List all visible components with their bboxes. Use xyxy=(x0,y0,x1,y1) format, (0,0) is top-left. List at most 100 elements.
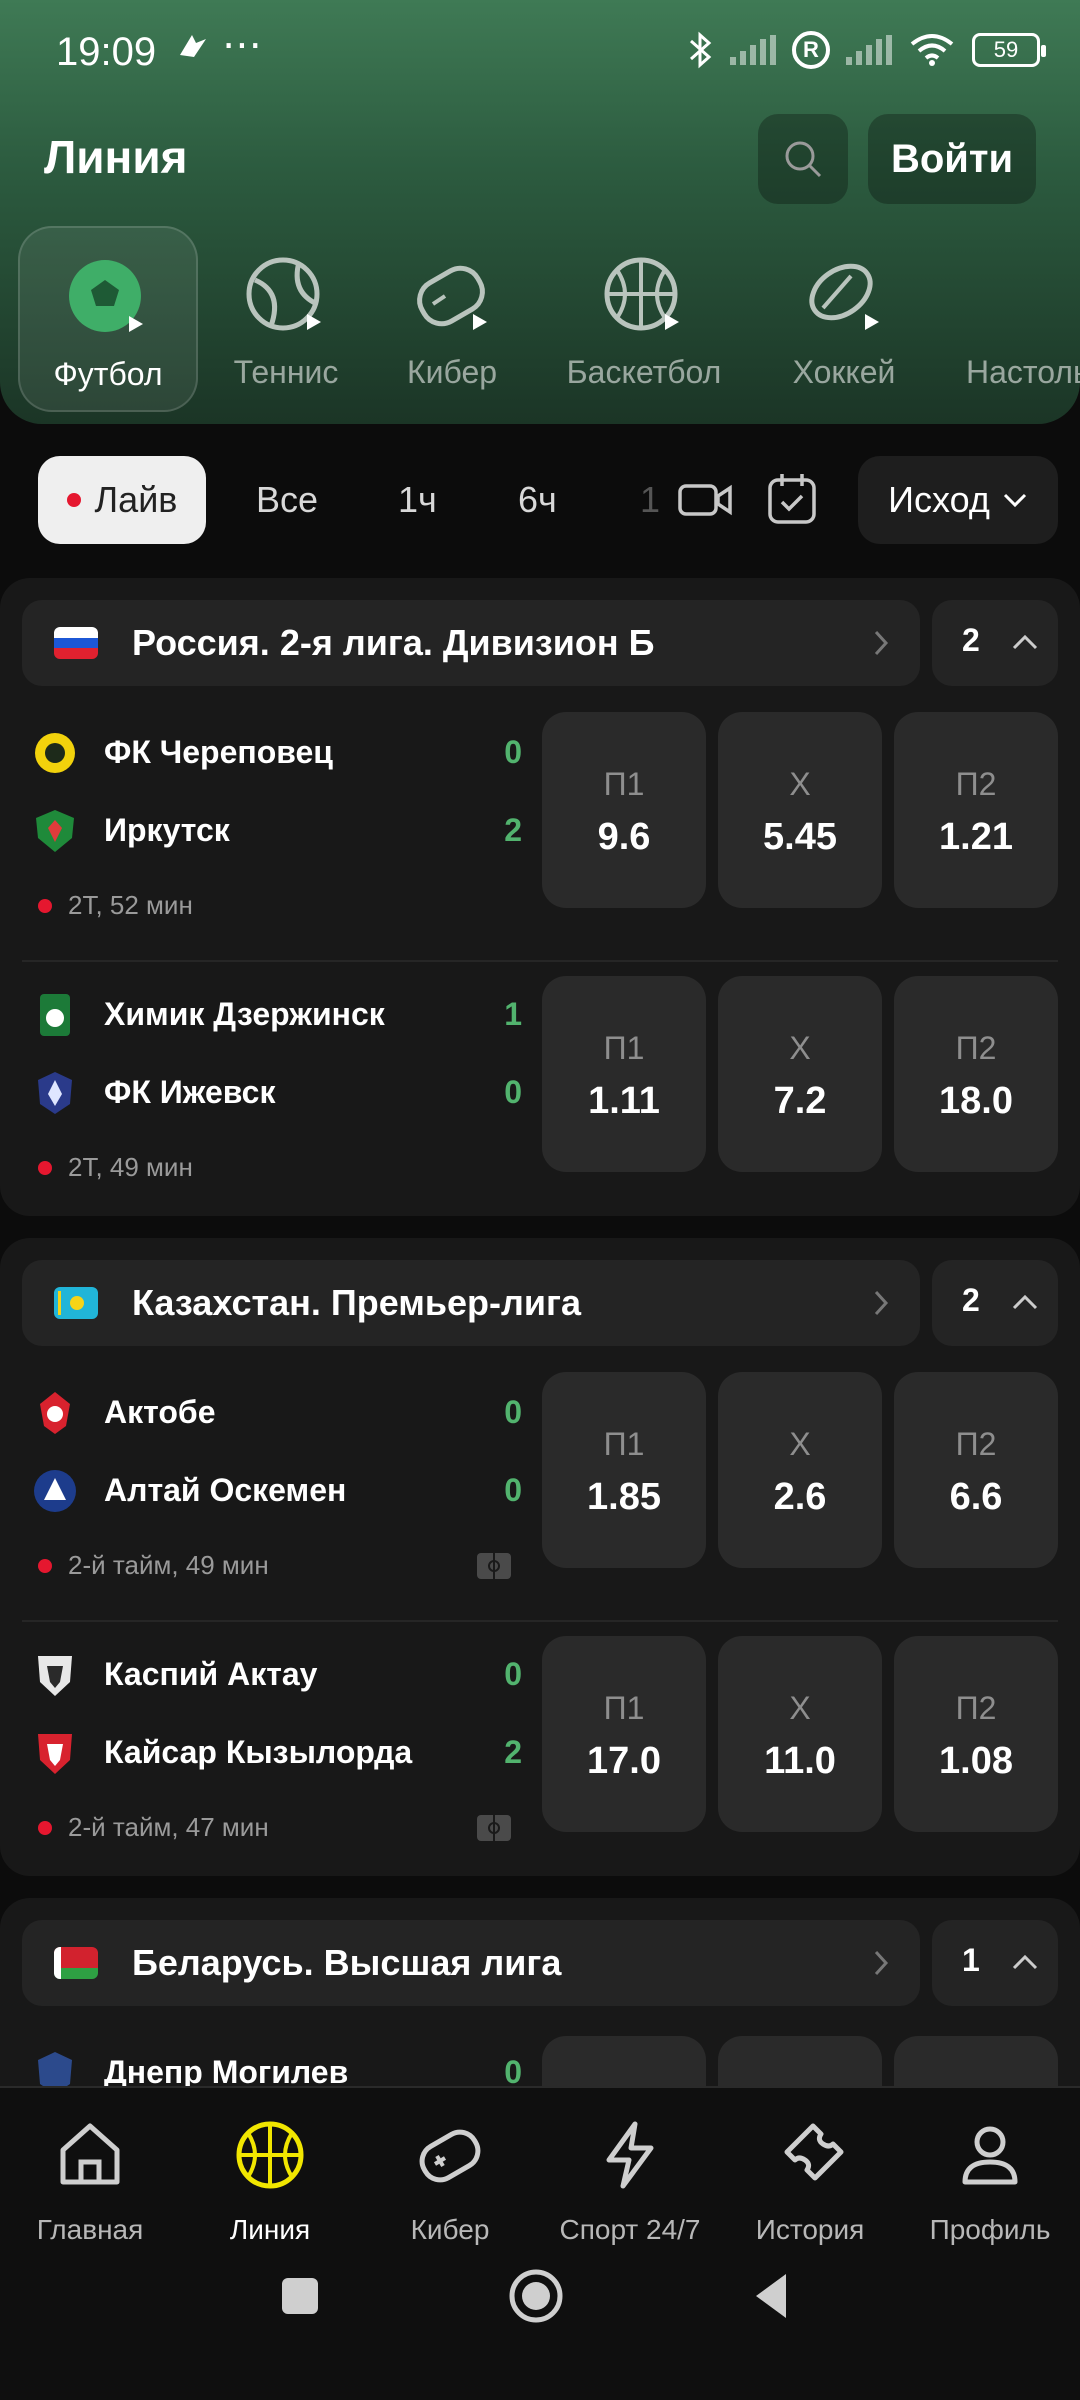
team-name: ФК Ижевск xyxy=(104,1074,276,1110)
filter-live[interactable]: Лайв xyxy=(38,456,206,544)
filter-1h[interactable]: 1ч xyxy=(398,456,437,544)
odd-button-p1[interactable]: П1 1.85 xyxy=(542,1372,706,1568)
recents-icon[interactable] xyxy=(270,2266,330,2326)
league-name: Россия. 2-я лига. Дивизион Б xyxy=(132,622,655,663)
live-dot xyxy=(66,493,81,507)
team-name: Каспий Актау xyxy=(104,1656,318,1692)
match-row[interactable]: ФК Череповец 0 Иркутск 2 2Т, 52 мин П1 9… xyxy=(0,712,1080,966)
filter-live-label: Лайв xyxy=(94,479,178,520)
odd-label: Х xyxy=(789,1426,811,1462)
team-row: Актобе 0 xyxy=(32,1388,522,1438)
league-match-count: 1 xyxy=(962,1942,980,1978)
odd-button-p1[interactable]: П1 9.6 xyxy=(542,712,706,908)
status-bar: 19:09 ⋯ R 59 xyxy=(0,0,1080,110)
search-button[interactable] xyxy=(758,114,848,204)
odd-button-x[interactable]: Х 11.0 xyxy=(718,1636,882,1832)
match-row[interactable]: Актобе 0 Алтай Оскемен 0 2-й тайм, 49 ми… xyxy=(0,1372,1080,1626)
profile-icon xyxy=(962,2126,1018,2185)
odd-button-p1[interactable]: П1 17.0 xyxy=(542,1636,706,1832)
signal-icon xyxy=(730,35,776,65)
basketball-icon xyxy=(604,257,679,331)
team-logo-icon xyxy=(38,1734,72,1774)
odd-button-x[interactable]: Х 5.45 xyxy=(718,712,882,908)
odd-label: Х xyxy=(789,766,811,802)
team-row: Алтай Оскемен 0 xyxy=(32,1466,522,1516)
league-header[interactable]: Россия. 2-я лига. Дивизион Б xyxy=(22,600,920,686)
odd-button-p2[interactable]: П2 1.21 xyxy=(894,712,1058,908)
odd-label: П1 xyxy=(603,1030,645,1066)
calendar-icon[interactable] xyxy=(762,470,822,530)
odd-button-p2[interactable]: П2 6.6 xyxy=(894,1372,1058,1568)
tennis-icon xyxy=(246,257,321,331)
system-navigation-bar xyxy=(0,2240,1080,2360)
filter-partial[interactable]: 1 xyxy=(640,456,660,544)
outcome-dropdown-label: Исход xyxy=(888,479,990,520)
home-button-icon[interactable] xyxy=(506,2266,566,2326)
odd-value: 6.6 xyxy=(949,1476,1003,1518)
odd-button-p2[interactable]: П2 1.08 xyxy=(894,1636,1058,1832)
odd-label: П2 xyxy=(955,1426,997,1462)
bluetooth-icon xyxy=(690,31,712,69)
live-dot xyxy=(38,1558,52,1573)
sport-tab-basketball[interactable]: Баскетбол xyxy=(554,226,734,412)
league-name: Беларусь. Высшая лига xyxy=(132,1942,562,1983)
league-header[interactable]: Казахстан. Премьер-лига xyxy=(22,1260,920,1346)
divider xyxy=(22,1620,1058,1622)
league-collapse-button[interactable]: 1 xyxy=(932,1920,1058,2006)
sport-tab-football[interactable]: Футбол xyxy=(18,226,198,412)
odd-value: 1.08 xyxy=(939,1740,1013,1782)
odd-button-x[interactable]: Х 2.6 xyxy=(718,1372,882,1568)
team-row: ФК Ижевск 0 xyxy=(32,1068,522,1118)
flag-russia-icon xyxy=(54,627,98,659)
filter-bar: Лайв Все 1ч 6ч 1 Исход xyxy=(0,456,1080,546)
match-time-label: 2Т, 52 мин xyxy=(68,890,193,920)
outcome-dropdown[interactable]: Исход xyxy=(858,456,1058,544)
team-score: 0 xyxy=(504,1656,522,1692)
team-name: Иркутск xyxy=(104,812,230,848)
login-button[interactable]: Войти xyxy=(868,114,1036,204)
team-row: Каспий Актау 0 xyxy=(32,1650,522,1700)
team-logo-icon xyxy=(38,1072,72,1114)
video-icon[interactable] xyxy=(676,470,736,530)
sport-tab-label: Теннис xyxy=(233,354,339,390)
sport-tab-tennis[interactable]: Теннис xyxy=(196,226,376,412)
signal-icon-2 xyxy=(846,35,892,65)
back-icon[interactable] xyxy=(742,2266,802,2326)
filter-6h[interactable]: 6ч xyxy=(518,456,557,544)
team-logo-icon xyxy=(38,1656,72,1696)
odd-button-p2[interactable]: П2 18.0 xyxy=(894,976,1058,1172)
team-score: 2 xyxy=(504,812,522,848)
match-field-icon[interactable] xyxy=(476,1552,512,1580)
sport-tab-table-tennis[interactable]: Настольный теннис xyxy=(954,226,1080,412)
app-root: 19:09 ⋯ R 59 Линия Войти Футбол Теннис К… xyxy=(0,0,1080,2400)
odd-value: 2.6 xyxy=(773,1476,827,1518)
match-field-icon[interactable] xyxy=(476,1814,512,1842)
odd-label: П1 xyxy=(603,766,645,802)
league-header[interactable]: Беларусь. Высшая лига xyxy=(22,1920,920,2006)
league-collapse-button[interactable]: 2 xyxy=(932,1260,1058,1346)
odd-button-p1[interactable]: П1 1.11 xyxy=(542,976,706,1172)
live-dot xyxy=(38,898,52,913)
match-row[interactable]: Каспий Актау 0 Кайсар Кызылорда 2 2-й та… xyxy=(0,1620,1080,1858)
sport-tab-hockey[interactable]: Хоккей xyxy=(754,226,934,412)
league-collapse-button[interactable]: 2 xyxy=(932,600,1058,686)
odd-button-x[interactable]: Х 7.2 xyxy=(718,976,882,1172)
sport-tab-esports[interactable]: Кибер xyxy=(362,226,542,412)
status-time: 19:09 xyxy=(56,30,157,74)
odd-label: П1 xyxy=(603,1426,645,1462)
odd-value: 1.21 xyxy=(939,816,1013,858)
chevron-right-icon xyxy=(874,1290,889,1316)
odd-label: П2 xyxy=(955,1030,997,1066)
odd-value: 11.0 xyxy=(764,1740,836,1782)
lightning-icon xyxy=(606,2121,654,2189)
flag-belarus-icon xyxy=(54,1947,98,1979)
sport-tab-label: Баскетбол xyxy=(566,354,722,390)
match-time: 2Т, 52 мин xyxy=(38,890,193,921)
team-logo-icon xyxy=(40,994,70,1036)
home-icon xyxy=(60,2123,120,2185)
odd-label: Х xyxy=(789,1690,811,1726)
match-row[interactable]: Химик Дзержинск 1 ФК Ижевск 0 2Т, 49 мин… xyxy=(0,960,1080,1198)
chevron-up-icon xyxy=(1012,1294,1038,1310)
team-score: 0 xyxy=(504,1074,522,1110)
filter-all[interactable]: Все xyxy=(256,456,318,544)
